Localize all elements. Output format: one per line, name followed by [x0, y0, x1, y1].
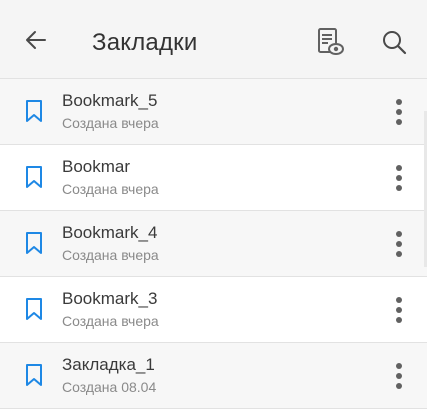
more-vert-icon	[396, 297, 402, 323]
bookmark-row[interactable]: Bookmark_4 Создана вчера	[0, 211, 427, 277]
bookmark-title: Bookmark_3	[62, 289, 158, 308]
bookmark-title: Bookmar	[62, 157, 131, 176]
bookmark-icon	[26, 364, 42, 386]
bookmark-icon	[26, 100, 42, 122]
more-vert-icon	[396, 165, 402, 191]
search-button[interactable]	[376, 24, 412, 60]
bookmark-icon	[26, 298, 42, 320]
bookmark-title: Bookmark_4	[62, 223, 158, 242]
bookmark-subtitle: Создана вчера	[62, 247, 159, 263]
more-vert-icon	[396, 363, 402, 389]
bookmark-icon	[26, 232, 42, 254]
bookmark-subtitle: Создана вчера	[62, 313, 159, 329]
bookmark-row[interactable]: Bookmar Создана вчера	[0, 145, 427, 211]
back-button[interactable]	[18, 22, 54, 58]
page-title: Закладки	[92, 29, 198, 56]
arrow-back-icon	[26, 31, 46, 49]
bookmark-icon	[26, 166, 42, 188]
more-options-button[interactable]	[385, 359, 413, 393]
bookmark-row[interactable]: Bookmark_3 Создана вчера	[0, 277, 427, 343]
bookmark-list: Bookmark_5 Создана вчера Bookmar Создана…	[0, 78, 427, 409]
bookmark-row[interactable]: Закладка_1 Создана 08.04	[0, 343, 427, 409]
bookmark-subtitle: Создана вчера	[62, 115, 159, 131]
more-options-button[interactable]	[385, 95, 413, 129]
bookmark-title: Закладка_1	[62, 355, 155, 374]
app-bar: Закладки	[0, 0, 427, 78]
bookmark-subtitle: Создана вчера	[62, 181, 159, 197]
bookmark-title: Bookmark_5	[62, 91, 158, 110]
more-vert-icon	[396, 231, 402, 257]
more-options-button[interactable]	[385, 293, 413, 327]
bookmark-subtitle: Создана 08.04	[62, 379, 157, 395]
document-view-icon	[318, 28, 344, 55]
more-options-button[interactable]	[385, 227, 413, 261]
more-vert-icon	[396, 99, 402, 125]
more-options-button[interactable]	[385, 161, 413, 195]
bookmark-row[interactable]: Bookmark_5 Создана вчера	[0, 79, 427, 145]
document-view-button[interactable]	[312, 24, 348, 60]
search-icon	[383, 31, 407, 55]
